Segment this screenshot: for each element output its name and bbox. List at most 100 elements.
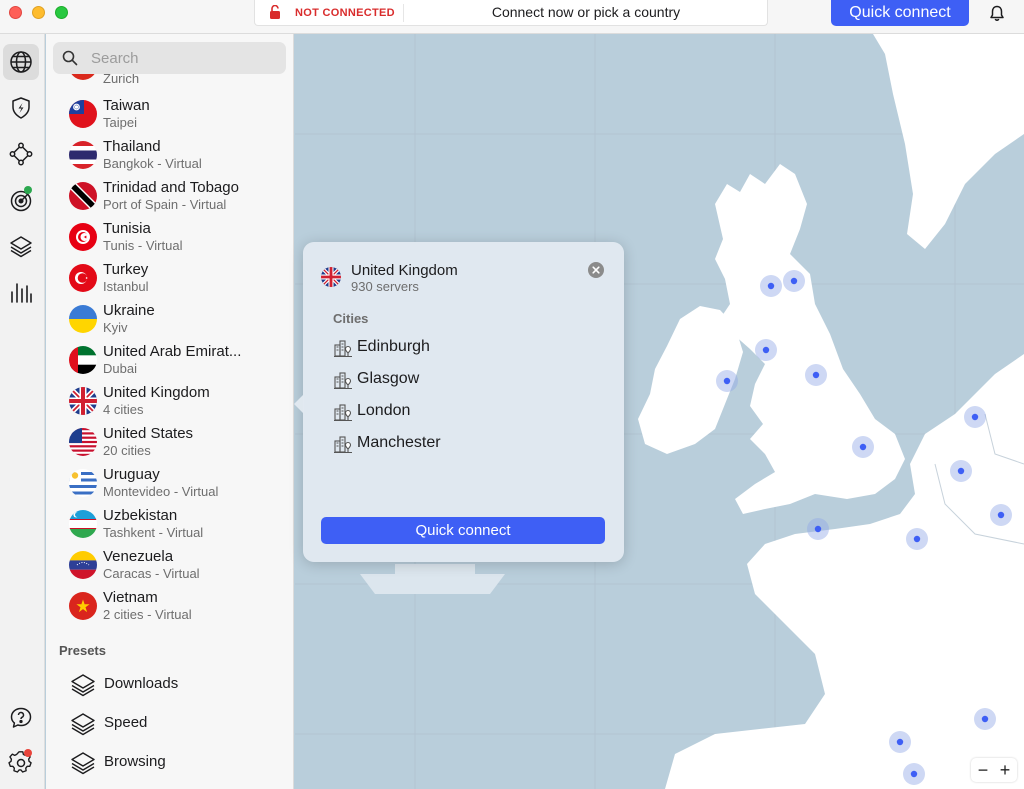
country-item-uzbekistan[interactable]: Uzbekistan Tashkent - Virtual — [69, 504, 289, 545]
connection-status-text: NOT CONNECTED — [295, 7, 395, 19]
city-name: Manchester — [357, 434, 441, 451]
country-item-uruguay[interactable]: Uruguay Montevideo - Virtual — [69, 463, 289, 504]
settings-button[interactable] — [3, 745, 39, 781]
layers-icon — [71, 713, 95, 736]
meshnet-button[interactable] — [3, 136, 39, 172]
layers-icon — [10, 236, 32, 258]
uae-flag-icon — [69, 346, 97, 374]
country-item-taiwan[interactable]: Taiwan Taipei — [69, 94, 289, 135]
country-sub: Taipei — [103, 115, 137, 130]
preset-item-speed[interactable]: Speed — [69, 708, 269, 740]
title-bar: NOT CONNECTED Connect now or pick a coun… — [0, 0, 1024, 34]
statistics-button[interactable] — [3, 274, 39, 310]
country-sub: 20 cities — [103, 443, 151, 458]
country-name: Venezuela — [103, 548, 174, 565]
city-pin-icon — [334, 340, 352, 358]
vietnam-flag-icon — [69, 592, 97, 620]
country-name: Turkey — [103, 261, 149, 278]
globe-button[interactable] — [3, 44, 39, 80]
country-item-thailand[interactable]: Thailand Bangkok - Virtual — [69, 135, 289, 176]
status-divider — [403, 4, 404, 22]
settings-badge — [24, 749, 32, 757]
country-item-uae[interactable]: United Arab Emirat... Dubai — [69, 340, 289, 381]
status-badge — [24, 186, 32, 194]
city-pin-icon — [334, 404, 352, 422]
country-name: Uzbekistan — [103, 507, 178, 524]
city-name: London — [357, 402, 411, 419]
dark-web-monitor-button[interactable] — [3, 182, 39, 218]
country-item-trinidad-and-tobago[interactable]: Trinidad and Tobago Port of Spain - Virt… — [69, 176, 289, 217]
city-name: Glasgow — [357, 370, 420, 387]
country-item-ukraine[interactable]: Ukraine Kyiv — [69, 299, 289, 340]
country-name: Thailand — [103, 138, 161, 155]
search-placeholder: Search — [91, 50, 139, 67]
country-popup: United Kingdom 930 servers Cities Edinbu… — [294, 242, 624, 562]
connection-prompt: Connect now or pick a country — [491, 4, 681, 20]
country-item-vietnam[interactable]: Vietnam 2 cities - Virtual — [69, 586, 289, 627]
preset-label: Downloads — [104, 675, 179, 692]
city-item-edinburgh[interactable]: Edinburgh — [333, 334, 553, 362]
preset-item-browsing[interactable]: Browsing — [69, 747, 269, 779]
minimize-window-button[interactable] — [32, 6, 45, 19]
taiwan-flag-icon — [69, 100, 97, 128]
country-item-turkey[interactable]: Turkey Istanbul — [69, 258, 289, 299]
popup-quick-connect-button[interactable]: Quick connect — [321, 517, 605, 544]
unlocked-icon — [270, 5, 280, 19]
nav-rail — [0, 34, 45, 789]
layers-icon — [71, 752, 95, 775]
country-item-united-kingdom[interactable]: United Kingdom 4 cities — [69, 381, 289, 422]
zoom-out-button[interactable]: − — [973, 759, 993, 781]
country-sub: Tashkent - Virtual — [103, 525, 204, 540]
close-window-button[interactable] — [9, 6, 22, 19]
quick-connect-button[interactable]: Quick connect — [831, 0, 969, 26]
close-icon — [592, 266, 600, 274]
city-name: Edinburgh — [357, 338, 430, 355]
country-sub: Zurich — [103, 74, 140, 86]
close-popup-button[interactable] — [588, 262, 604, 278]
country-name: United Kingdom — [103, 384, 210, 401]
country-sub: Istanbul — [103, 279, 149, 294]
presets-heading: Presets — [59, 643, 106, 658]
meshnet-icon — [9, 142, 33, 166]
globe-icon — [10, 51, 32, 73]
zoom-window-button[interactable] — [55, 6, 68, 19]
search-input[interactable]: Search — [53, 42, 286, 74]
country-name: United Arab Emirat... — [103, 343, 242, 360]
country-sub: Dubai — [103, 361, 137, 376]
country-sub: 2 cities - Virtual — [103, 607, 192, 622]
help-icon — [10, 707, 32, 728]
zoom-in-button[interactable]: + — [995, 759, 1015, 781]
uruguay-flag-icon — [69, 469, 97, 497]
trinidad-flag-icon — [69, 182, 97, 210]
zoom-controls: − + — [971, 758, 1017, 782]
specialty-servers-button[interactable] — [3, 228, 39, 264]
connection-status-bar[interactable]: NOT CONNECTED Connect now or pick a coun… — [254, 0, 768, 26]
switzerland-flag-icon — [69, 74, 97, 80]
ukraine-flag-icon — [69, 305, 97, 333]
uk-flag-icon — [69, 387, 97, 415]
city-item-london[interactable]: London — [333, 398, 553, 426]
country-name: Trinidad and Tobago — [103, 179, 239, 196]
tunisia-flag-icon — [69, 223, 97, 251]
country-item-tunisia[interactable]: Tunisia Tunis - Virtual — [69, 217, 289, 258]
country-item-united-states[interactable]: United States 20 cities — [69, 422, 289, 463]
list-item[interactable]: Zurich — [69, 74, 269, 88]
cities-heading: Cities — [333, 311, 369, 326]
uk-flag-icon — [321, 267, 341, 287]
preset-item-downloads[interactable]: Downloads — [69, 669, 269, 701]
city-item-manchester[interactable]: Manchester — [333, 430, 553, 458]
country-sub: Tunis - Virtual — [103, 238, 183, 253]
stats-icon — [11, 283, 32, 303]
country-sub: 4 cities — [103, 402, 144, 417]
popup-country-name: United Kingdom — [351, 262, 458, 279]
threat-protection-button[interactable] — [3, 90, 39, 126]
popup-arrow — [294, 394, 304, 414]
city-item-glasgow[interactable]: Glasgow — [333, 366, 553, 394]
help-button[interactable] — [3, 700, 39, 736]
bell-icon[interactable] — [989, 5, 1005, 22]
country-name: Tunisia — [103, 220, 151, 237]
country-sidebar: Search Zurich Taiwan Taipei Thailand Ban… — [46, 34, 294, 789]
city-pin-icon — [334, 372, 352, 390]
country-item-venezuela[interactable]: Venezuela Caracas - Virtual — [69, 545, 289, 586]
turkey-flag-icon — [69, 264, 97, 292]
